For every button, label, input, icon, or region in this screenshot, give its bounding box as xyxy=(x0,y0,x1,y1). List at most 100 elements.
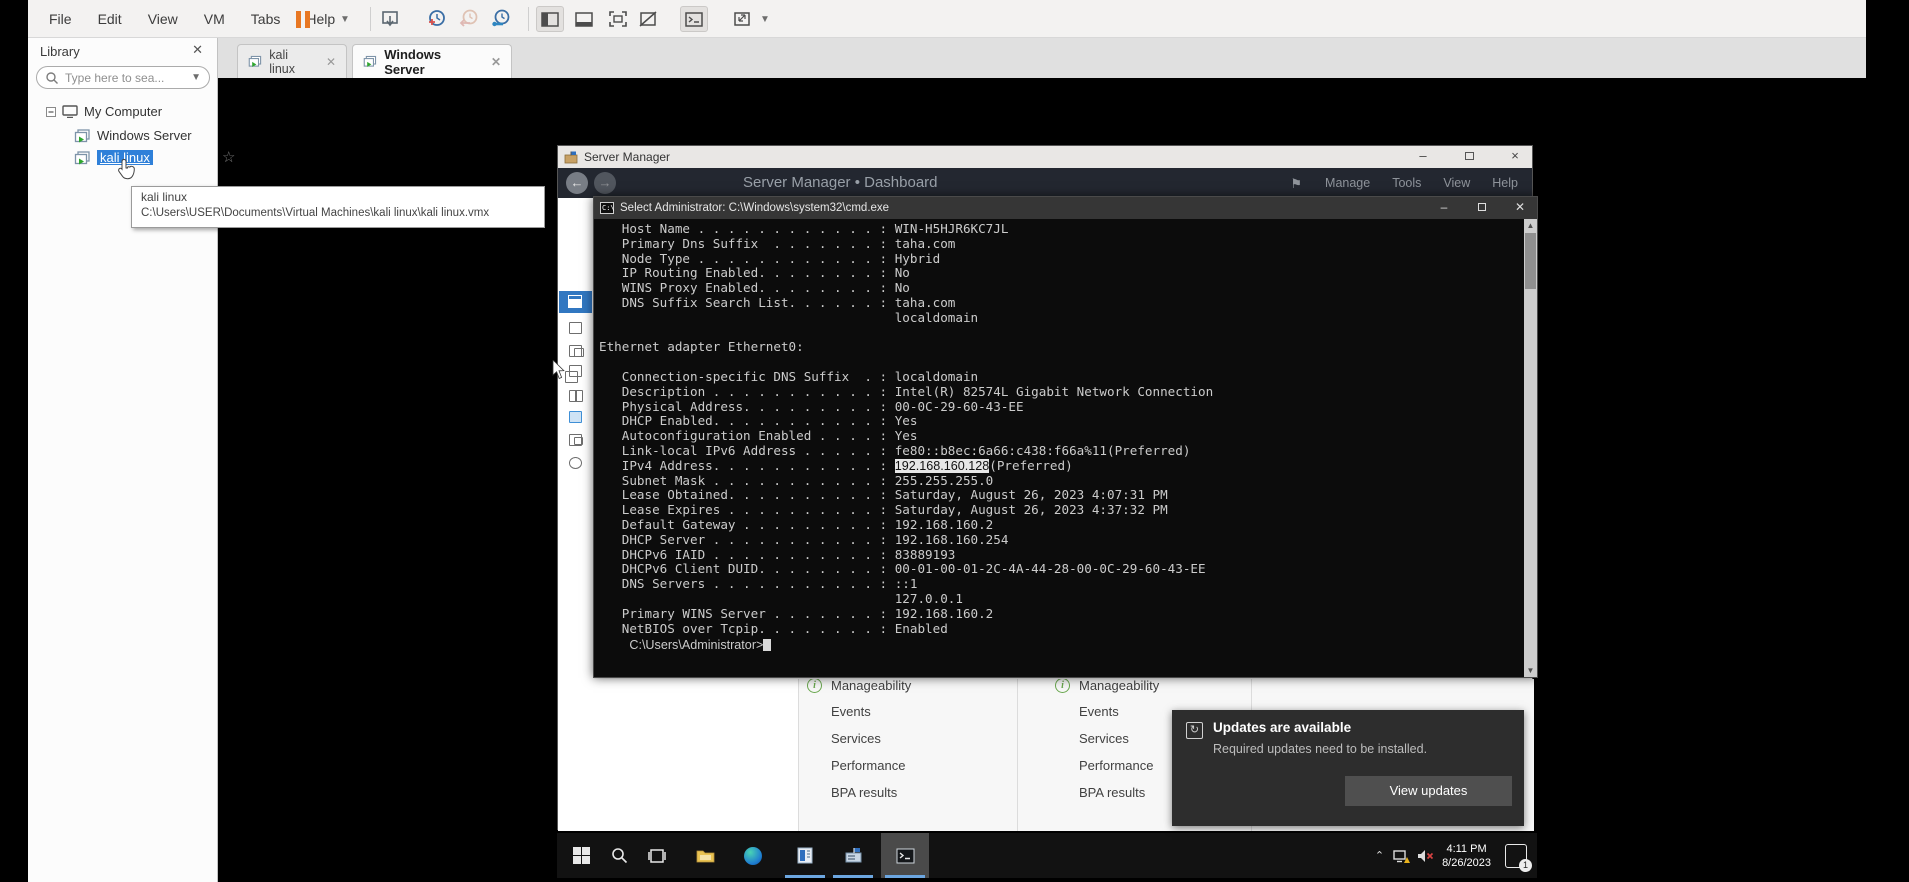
menu-tabs[interactable]: Tabs xyxy=(238,11,294,27)
edge-browser-button[interactable] xyxy=(729,833,777,878)
app-window-button[interactable] xyxy=(781,833,829,878)
nav-file-storage-icon[interactable] xyxy=(561,408,591,427)
console-line: Lease Expires . . . . . . . . . . : Satu… xyxy=(599,502,1168,518)
dashboard-link-performance[interactable]: Performance xyxy=(831,758,905,773)
nav-services-icon[interactable] xyxy=(561,431,591,450)
sm-menu-help[interactable]: Help xyxy=(1492,176,1518,190)
stretch-view-button[interactable] xyxy=(728,6,756,32)
menu-view[interactable]: View xyxy=(135,11,191,27)
file-explorer-button[interactable] xyxy=(681,833,729,878)
power-dropdown-caret[interactable]: ▼ xyxy=(340,6,350,32)
close-button[interactable]: × xyxy=(1498,146,1532,168)
tree-node-label: My Computer xyxy=(84,104,163,119)
nav-roles-icon[interactable] xyxy=(561,387,591,406)
nav-dashboard-icon[interactable] xyxy=(559,291,592,313)
dashboard-link-manageability[interactable]: i Manageability xyxy=(807,679,911,693)
tree-node-my-computer[interactable]: My Computer xyxy=(46,104,162,119)
search-placeholder: Type here to sea... xyxy=(65,70,165,85)
minimize-button[interactable]: – xyxy=(1406,146,1440,168)
dashboard-link-label: BPA results xyxy=(831,785,898,800)
search-dropdown-caret[interactable]: ▼ xyxy=(191,72,201,83)
nav-settings-icon[interactable] xyxy=(561,454,591,473)
restore-button[interactable] xyxy=(1452,146,1486,168)
unity-mode-button[interactable] xyxy=(634,6,662,32)
dashboard-link-performance[interactable]: Performance xyxy=(1079,758,1153,773)
volume-muted-icon[interactable] xyxy=(1416,848,1434,864)
favorite-star-icon[interactable]: ☆ xyxy=(222,148,235,166)
library-title: Library xyxy=(40,44,80,59)
revert-snapshot-button[interactable] xyxy=(458,6,480,32)
enter-fullscreen-button[interactable] xyxy=(604,6,632,32)
console-line: Host Name . . . . . . . . . . . . : WIN-… xyxy=(599,222,1009,236)
cmd-scrollbar[interactable]: ▲ ▼ xyxy=(1524,219,1537,677)
windows-taskbar: ⌃ 4:11 PM 8/26/2023 1 xyxy=(557,833,1537,878)
console-line: 127.0.0.1 xyxy=(599,590,963,606)
cmd-window-title: Select Administrator: C:\Windows\system3… xyxy=(620,202,890,214)
scroll-down-icon[interactable]: ▼ xyxy=(1524,666,1537,675)
dashboard-link-services[interactable]: Services xyxy=(1079,731,1129,746)
pause-icon xyxy=(305,10,310,28)
view-updates-button[interactable]: View updates xyxy=(1345,776,1512,806)
console-line: WINS Proxy Enabled. . . . . . . . : No xyxy=(599,280,910,296)
tree-node-windows-server[interactable]: Windows Server xyxy=(74,128,192,143)
dashboard-link-label: Events xyxy=(831,704,871,719)
menu-file[interactable]: File xyxy=(36,11,85,27)
tab-label: Windows Server xyxy=(384,46,442,77)
vm-icon xyxy=(74,150,90,164)
flag-icon[interactable]: ⚑ xyxy=(1290,176,1302,192)
cmd-minimize-button[interactable]: – xyxy=(1427,197,1461,219)
forward-icon[interactable]: → xyxy=(594,172,616,194)
dashboard-link-bpa-results[interactable]: BPA results xyxy=(1079,785,1145,800)
pause-vm-button[interactable] xyxy=(296,6,310,32)
view-dropdown-caret[interactable]: ▼ xyxy=(760,6,770,32)
tray-expand-icon[interactable]: ⌃ xyxy=(1375,849,1384,862)
show-thumbnail-bar-button[interactable] xyxy=(570,6,598,32)
console-prompt-line: C:\Users\Administrator> xyxy=(599,624,772,668)
menu-edit[interactable]: Edit xyxy=(85,11,135,27)
action-center-icon[interactable]: 1 xyxy=(1505,843,1532,872)
sm-menu-view[interactable]: View xyxy=(1443,176,1470,190)
library-close-icon[interactable]: ✕ xyxy=(192,42,203,58)
menu-vm[interactable]: VM xyxy=(191,11,238,27)
tree-node-label: Windows Server xyxy=(97,128,192,143)
close-tab-icon[interactable]: ✕ xyxy=(326,55,336,69)
sm-menu-tools[interactable]: Tools xyxy=(1392,176,1421,190)
task-view-button[interactable] xyxy=(633,833,681,878)
network-status-icon[interactable] xyxy=(1392,848,1411,864)
cmd-maximize-button[interactable] xyxy=(1465,197,1499,219)
show-library-button[interactable] xyxy=(536,6,564,32)
scroll-up-icon[interactable]: ▲ xyxy=(1524,221,1537,230)
vm-tabbar: kali linux ✕ Windows Server ✕ xyxy=(218,38,1866,78)
server-manager-titlebar[interactable]: Server Manager – × xyxy=(558,146,1532,168)
scrollbar-thumb[interactable] xyxy=(1525,233,1536,289)
dashboard-link-services[interactable]: Services xyxy=(831,731,881,746)
dashboard-link-manageability[interactable]: i Manageability xyxy=(1055,679,1159,693)
console-view-button[interactable] xyxy=(680,6,708,32)
tab-kali-linux[interactable]: kali linux ✕ xyxy=(237,44,347,78)
tree-expander-icon[interactable] xyxy=(46,106,56,117)
server-manager-taskbar-button[interactable] xyxy=(829,833,877,878)
cmd-titlebar[interactable]: C:\ Select Administrator: C:\Windows\sys… xyxy=(594,197,1537,219)
nav-all-servers-icon[interactable] xyxy=(561,342,591,361)
tree-node-kali-linux[interactable]: kali linux ☆ xyxy=(74,149,235,166)
cmd-close-button[interactable]: ✕ xyxy=(1503,197,1537,219)
console-line: Node Type . . . . . . . . . . . . : Hybr… xyxy=(599,250,941,266)
dashboard-link-events[interactable]: Events xyxy=(831,704,871,719)
tab-windows-server[interactable]: Windows Server ✕ xyxy=(352,44,512,78)
cmd-taskbar-button[interactable] xyxy=(881,833,929,878)
dashboard-link-bpa-results[interactable]: BPA results xyxy=(831,785,897,800)
take-snapshot-button[interactable] xyxy=(426,6,448,32)
nav-local-server-icon[interactable] xyxy=(561,319,591,338)
send-ctrl-alt-del-button[interactable] xyxy=(380,6,400,32)
manage-snapshots-button[interactable] xyxy=(490,6,512,32)
edge-icon xyxy=(744,846,762,865)
close-tab-icon[interactable]: ✕ xyxy=(491,55,501,69)
clock[interactable]: 4:11 PM 8/26/2023 xyxy=(1442,842,1491,870)
dashboard-link-events[interactable]: Events xyxy=(1079,704,1119,719)
search-icon xyxy=(611,848,627,864)
back-icon[interactable]: ← xyxy=(566,172,588,194)
sm-menu-manage[interactable]: Manage xyxy=(1325,176,1370,190)
library-search-input[interactable]: Type here to sea... ▼ xyxy=(36,66,210,89)
console-line: DHCP Server . . . . . . . . . . . : 192.… xyxy=(599,531,1009,547)
